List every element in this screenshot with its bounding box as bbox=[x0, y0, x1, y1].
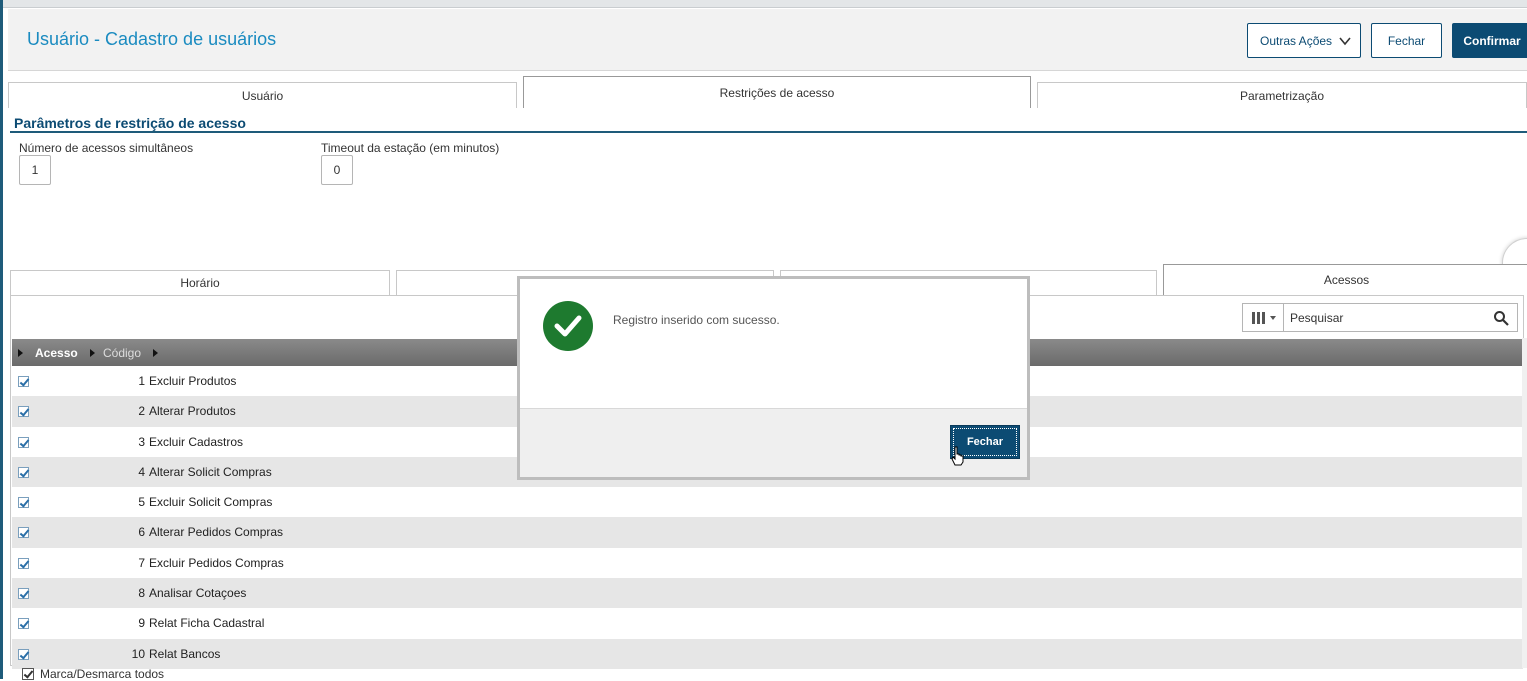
col-acesso[interactable]: Acesso bbox=[18, 339, 95, 366]
section-title: Parâmetros de restrição de acesso bbox=[14, 115, 246, 131]
close-button[interactable]: Fechar bbox=[1371, 23, 1442, 58]
top-strip bbox=[3, 0, 1527, 8]
chevron-down-icon bbox=[1339, 37, 1351, 46]
tab-horario[interactable]: Horário bbox=[10, 270, 390, 295]
search-icon[interactable] bbox=[1493, 310, 1509, 326]
row-desc: Excluir Pedidos Compras bbox=[149, 555, 284, 570]
search-box bbox=[1283, 303, 1518, 332]
row-checkbox[interactable] bbox=[18, 648, 29, 660]
table-row[interactable]: 9 Relat Ficha Cadastral bbox=[12, 608, 1523, 638]
row-checkbox[interactable] bbox=[18, 376, 29, 387]
page-header: Usuário - Cadastro de usuários Outras Aç… bbox=[8, 9, 1527, 71]
row-code: 10 bbox=[131, 646, 145, 661]
col-codigo[interactable]: Código bbox=[103, 339, 159, 366]
section-divider bbox=[10, 131, 1527, 133]
table-row[interactable]: 7 Excluir Pedidos Compras bbox=[12, 548, 1523, 578]
checkbox-icon bbox=[22, 668, 34, 680]
row-checkbox[interactable] bbox=[18, 588, 29, 600]
sort-icon bbox=[89, 348, 95, 357]
main-tabs: Usuário Restrições de acesso Parametriza… bbox=[8, 76, 1527, 108]
row-checkbox[interactable] bbox=[18, 436, 29, 448]
row-code: 9 bbox=[138, 616, 145, 631]
tab-acessos[interactable]: Acessos bbox=[1163, 264, 1527, 295]
window-edge bbox=[0, 0, 3, 679]
simultaneous-access-label: Número de acessos simultâneos bbox=[19, 141, 194, 155]
row-checkbox[interactable] bbox=[18, 466, 29, 478]
timeout-field[interactable]: 0 bbox=[321, 155, 353, 185]
row-desc: Relat Bancos bbox=[149, 646, 221, 661]
row-desc: Alterar Pedidos Compras bbox=[149, 525, 284, 540]
tab-usuario[interactable]: Usuário bbox=[8, 82, 517, 108]
col-codigo-label: Código bbox=[103, 345, 142, 360]
row-code: 3 bbox=[138, 434, 145, 449]
check-circle-icon bbox=[543, 301, 593, 351]
row-checkbox[interactable] bbox=[18, 618, 29, 630]
row-desc: Excluir Produtos bbox=[149, 374, 237, 388]
row-checkbox[interactable] bbox=[18, 406, 29, 418]
dialog-body: Registro inserido com sucesso. bbox=[520, 279, 1027, 408]
row-desc: Alterar Solicit Compras bbox=[149, 464, 272, 479]
search-input[interactable] bbox=[1284, 304, 1484, 331]
confirm-button[interactable]: Confirmar bbox=[1452, 23, 1527, 58]
row-desc: Excluir Cadastros bbox=[149, 434, 244, 449]
tab-parametrizacao[interactable]: Parametrização bbox=[1037, 82, 1527, 108]
tab-restricoes[interactable]: Restrições de acesso bbox=[523, 76, 1031, 108]
table-row[interactable]: 8 Analisar Cotaçoes bbox=[12, 578, 1523, 609]
table-row[interactable]: 6 Alterar Pedidos Compras bbox=[12, 517, 1523, 548]
row-checkbox[interactable] bbox=[18, 527, 29, 539]
sort-icon bbox=[153, 348, 159, 357]
row-desc: Analisar Cotaçoes bbox=[149, 586, 247, 601]
columns-button[interactable] bbox=[1242, 303, 1284, 332]
row-code: 7 bbox=[138, 555, 145, 570]
sort-icon bbox=[18, 348, 23, 357]
row-checkbox[interactable] bbox=[18, 497, 29, 509]
page-title: Usuário - Cadastro de usuários bbox=[27, 29, 277, 49]
other-actions-button[interactable]: Outras Ações bbox=[1247, 23, 1361, 58]
row-code: 1 bbox=[138, 374, 145, 388]
other-actions-label: Outras Ações bbox=[1260, 33, 1333, 48]
row-checkbox[interactable] bbox=[18, 557, 29, 569]
simultaneous-access-field[interactable]: 1 bbox=[19, 155, 51, 185]
row-code: 2 bbox=[138, 404, 145, 419]
row-code: 4 bbox=[138, 464, 145, 479]
row-code: 8 bbox=[138, 586, 145, 601]
table-row[interactable]: 10 Relat Bancos bbox=[12, 638, 1523, 669]
hand-cursor-icon bbox=[951, 446, 964, 466]
row-code: 6 bbox=[138, 525, 145, 540]
grid-scrollbar[interactable] bbox=[1522, 338, 1527, 668]
row-desc: Relat Ficha Cadastral bbox=[149, 616, 265, 631]
timeout-label: Timeout da estação (em minutos) bbox=[321, 141, 500, 155]
row-desc: Alterar Produtos bbox=[149, 404, 236, 419]
table-row[interactable]: 5 Excluir Solicit Compras bbox=[12, 487, 1523, 517]
columns-icon bbox=[1251, 311, 1276, 324]
dialog-footer: Fechar bbox=[520, 408, 1027, 477]
col-acesso-label: Acesso bbox=[35, 345, 78, 360]
row-desc: Excluir Solicit Compras bbox=[149, 495, 273, 510]
dialog-message: Registro inserido com sucesso. bbox=[613, 313, 780, 327]
row-code: 5 bbox=[138, 495, 145, 510]
